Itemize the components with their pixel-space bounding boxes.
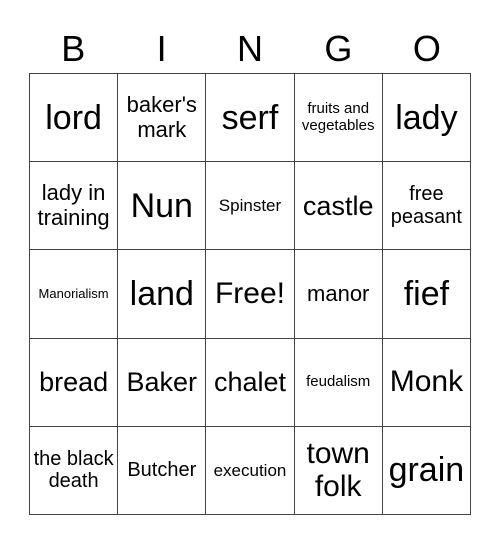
bingo-cell[interactable]: execution	[206, 426, 295, 515]
bingo-grid: lord baker's mark serf fruits and vegeta…	[29, 73, 471, 515]
bingo-cell free-space[interactable]: Free!	[206, 250, 295, 339]
bingo-cell[interactable]: town folk	[294, 426, 383, 515]
header-letter-n: N	[237, 28, 264, 69]
bingo-cell[interactable]: lord	[30, 74, 119, 163]
bingo-cell[interactable]: Monk	[382, 338, 471, 427]
bingo-cell[interactable]: Spinster	[206, 162, 295, 251]
bingo-cell[interactable]: castle	[294, 162, 383, 251]
bingo-cell[interactable]: fief	[382, 250, 471, 339]
bingo-cell[interactable]: Nun	[118, 162, 207, 251]
bingo-cell[interactable]: Butcher	[118, 426, 207, 515]
bingo-cell[interactable]: land	[118, 250, 207, 339]
bingo-header: B I N G O	[29, 26, 471, 72]
bingo-cell[interactable]: serf	[206, 74, 295, 163]
bingo-cell[interactable]: lady in training	[30, 162, 119, 251]
bingo-cell[interactable]: fruits and vegetables	[294, 74, 383, 163]
bingo-cell[interactable]: bread	[30, 338, 119, 427]
bingo-cell[interactable]: grain	[382, 426, 471, 515]
bingo-cell[interactable]: free peasant	[382, 162, 471, 251]
bingo-cell[interactable]: Baker	[118, 338, 207, 427]
bingo-cell[interactable]: manor	[294, 250, 383, 339]
bingo-cell[interactable]: feudalism	[294, 338, 383, 427]
header-letter-b: B	[61, 28, 86, 69]
bingo-cell[interactable]: chalet	[206, 338, 295, 427]
bingo-cell[interactable]: lady	[382, 74, 471, 163]
bingo-cell[interactable]: the black death	[30, 426, 119, 515]
header-letter-g: G	[324, 28, 353, 69]
bingo-cell[interactable]: Manorialism	[30, 250, 119, 339]
bingo-cell[interactable]: baker's mark	[118, 74, 207, 163]
header-letter-i: I	[156, 28, 167, 69]
header-letter-o: O	[412, 28, 441, 69]
